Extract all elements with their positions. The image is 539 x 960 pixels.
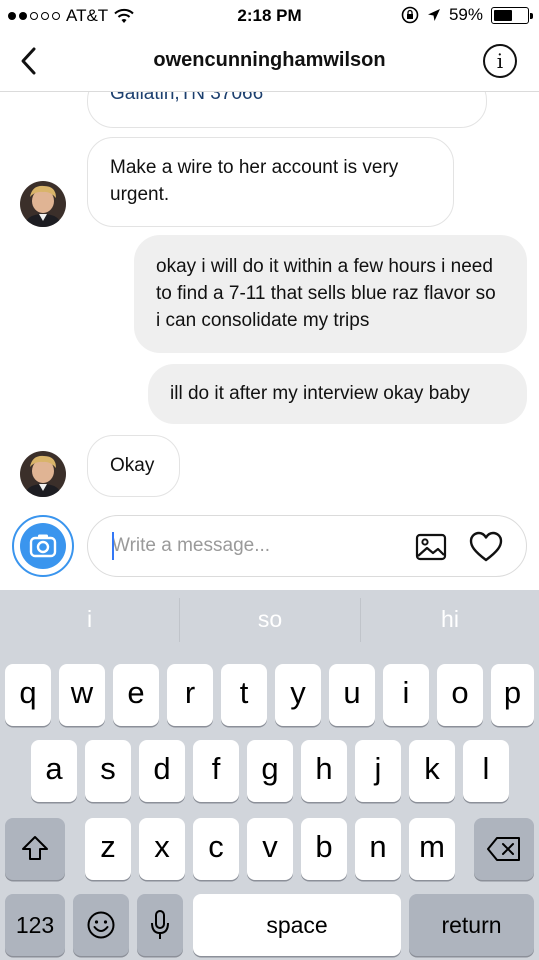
keyboard: i so hi q w e r t y u i o p a s d f g h … (0, 590, 539, 960)
message-bubble-incoming: Okay (87, 435, 180, 497)
info-icon[interactable]: i (483, 44, 517, 78)
key-h[interactable]: h (301, 740, 347, 802)
key-k[interactable]: k (409, 740, 455, 802)
avatar-photo-icon (20, 181, 66, 227)
key-s[interactable]: s (85, 740, 131, 802)
avatar-photo-icon (20, 451, 66, 497)
location-arrow-icon (427, 9, 440, 21)
space-key[interactable]: space (193, 894, 401, 956)
orientation-lock-icon (401, 6, 419, 24)
avatar[interactable] (20, 181, 66, 227)
key-e[interactable]: e (113, 664, 159, 726)
key-t[interactable]: t (221, 664, 267, 726)
heart-icon[interactable] (468, 530, 504, 564)
message-composer (0, 510, 539, 590)
key-m[interactable]: m (409, 818, 455, 880)
key-d[interactable]: d (139, 740, 185, 802)
battery-icon (491, 6, 533, 24)
message-thread[interactable]: Gallatin,TN 37066 Make a wire to her acc… (0, 92, 539, 510)
key-o[interactable]: o (437, 664, 483, 726)
gallery-icon[interactable] (414, 530, 448, 564)
text-cursor (112, 532, 114, 560)
key-g[interactable]: g (247, 740, 293, 802)
key-b[interactable]: b (301, 818, 347, 880)
camera-button[interactable] (12, 515, 74, 577)
key-w[interactable]: w (59, 664, 105, 726)
message-bubble-incoming: Make a wire to her account is very urgen… (87, 137, 454, 227)
dm-screen: AT&T 2:18 PM 59% owencunninghamwilson i … (0, 0, 539, 960)
key-u[interactable]: u (329, 664, 375, 726)
key-y[interactable]: y (275, 664, 321, 726)
numbers-key[interactable]: 123 (5, 894, 65, 956)
key-a[interactable]: a (31, 740, 77, 802)
backspace-key[interactable] (474, 818, 534, 880)
emoji-key[interactable] (73, 894, 129, 956)
status-bar: AT&T 2:18 PM 59% (0, 0, 539, 32)
key-v[interactable]: v (247, 818, 293, 880)
conversation-title[interactable]: owencunninghamwilson (0, 49, 539, 72)
key-f[interactable]: f (193, 740, 239, 802)
message-input[interactable] (112, 530, 402, 562)
battery-percent: 59% (448, 5, 483, 24)
message-bubble-outgoing: ill do it after my interview okay baby (148, 364, 527, 424)
message-bubble-outgoing: okay i will do it within a few hours i n… (134, 235, 527, 353)
dictation-key[interactable] (137, 894, 183, 956)
key-n[interactable]: n (355, 818, 401, 880)
conversation-header: owencunninghamwilson i (0, 32, 539, 92)
shift-arrow-icon (22, 836, 48, 860)
key-q[interactable]: q (5, 664, 51, 726)
predictive-bar: i so hi (0, 590, 539, 650)
suggestion-1[interactable]: i (0, 590, 179, 650)
suggestion-2[interactable]: so (180, 590, 360, 650)
avatar[interactable] (20, 451, 66, 497)
key-i[interactable]: i (383, 664, 429, 726)
battery-fill (494, 9, 512, 21)
key-j[interactable]: j (355, 740, 401, 802)
microphone-icon (151, 910, 169, 939)
suggestion-3[interactable]: hi (361, 590, 539, 650)
key-z[interactable]: z (85, 818, 131, 880)
camera-icon (29, 534, 57, 558)
key-r[interactable]: r (167, 664, 213, 726)
status-right: 59% (401, 5, 533, 25)
key-p[interactable]: p (491, 664, 534, 726)
key-x[interactable]: x (139, 818, 185, 880)
message-bubble-incoming: Gallatin,TN 37066 (87, 92, 487, 128)
message-input-container[interactable] (87, 515, 527, 577)
key-l[interactable]: l (463, 740, 509, 802)
backspace-icon (487, 837, 520, 861)
return-key[interactable]: return (409, 894, 534, 956)
shift-key[interactable] (5, 818, 65, 880)
key-c[interactable]: c (193, 818, 239, 880)
emoji-icon (87, 911, 115, 939)
